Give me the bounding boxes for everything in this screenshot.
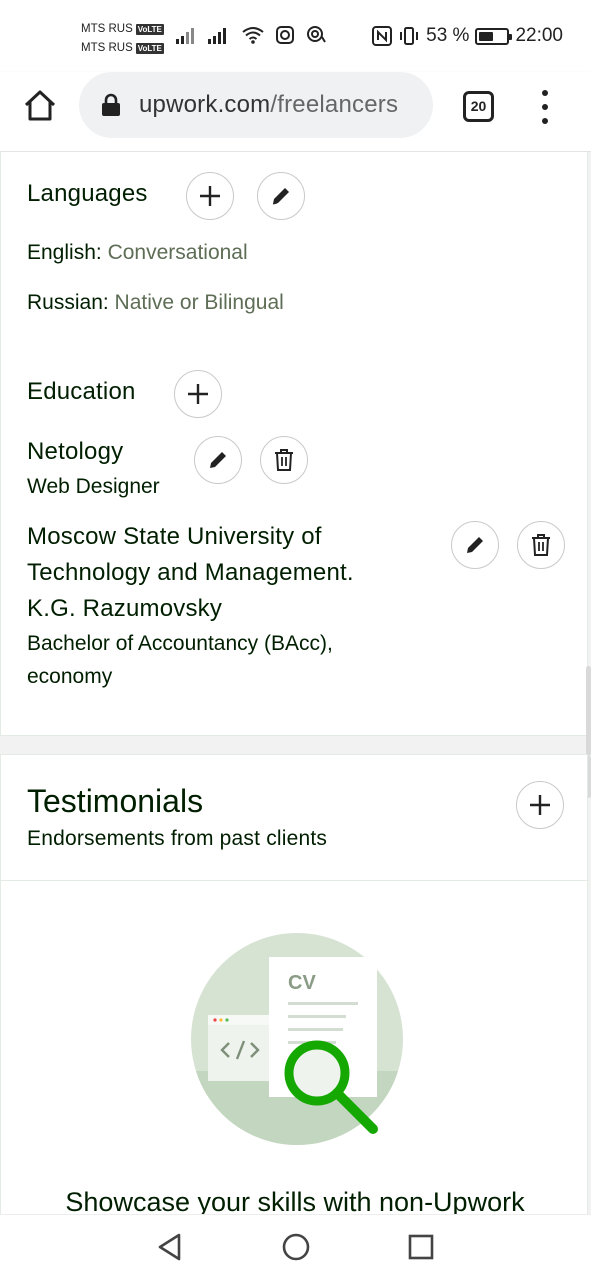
pencil-icon [467, 537, 483, 553]
language-level: Conversational [107, 241, 248, 264]
language-level: Native or Bilingual [114, 291, 284, 314]
language-item: English: Conversational [27, 241, 248, 265]
education-school: Moscow State University of Technology an… [27, 519, 354, 627]
back-triangle-icon [158, 1233, 181, 1261]
testimonials-subheading: Endorsements from past clients [27, 827, 328, 850]
cv-search-illustration: CV [191, 933, 403, 1145]
home-circle-icon [282, 1233, 310, 1261]
carrier-info: MTS RUS VoLTE MTS RUS VoLTE [81, 20, 164, 58]
add-language-button[interactable] [186, 172, 234, 220]
status-icons [176, 26, 326, 44]
home-icon [24, 90, 56, 121]
pencil-icon [210, 452, 226, 468]
battery-icon [475, 27, 513, 45]
cv-label: CV [288, 972, 316, 994]
system-nav-bar [0, 1214, 591, 1280]
status-bar: MTS RUS VoLTE MTS RUS VoLTE 53 % 22:00 [0, 0, 591, 72]
instagram-icon [276, 26, 294, 44]
testimonials-heading: Testimonials [27, 783, 204, 819]
signal-icon [176, 28, 194, 44]
add-testimonial-button[interactable] [516, 781, 564, 829]
vibrate-icon [400, 27, 419, 45]
delete-education-button[interactable] [517, 521, 565, 569]
battery-level [479, 31, 494, 41]
education-heading: Education [27, 378, 136, 405]
language-name: English: [27, 241, 102, 264]
home-nav-button[interactable] [282, 1233, 310, 1266]
tab-switcher-button[interactable]: 20 [463, 91, 494, 122]
url-host: upwork.com [139, 91, 271, 118]
volte-badge: VoLTE [135, 24, 164, 35]
delete-education-button[interactable] [260, 436, 308, 484]
recent-apps-button[interactable] [408, 1234, 434, 1265]
volte-badge: VoLTE [135, 43, 164, 54]
nfc-icon [372, 26, 393, 46]
education-degree: Web Designer [27, 475, 160, 498]
battery-percent: 53 % [426, 25, 470, 46]
pencil-icon [272, 188, 289, 205]
profile-card: Languages English: Conversational Russia… [0, 152, 588, 736]
school-line: K.G. Razumovsky [27, 595, 223, 622]
back-button[interactable] [157, 1233, 183, 1266]
divider [1, 880, 589, 881]
education-school: Netology [27, 438, 124, 465]
page-content: Languages English: Conversational Russia… [0, 152, 591, 1214]
testimonials-card: Testimonials Endorsements from past clie… [0, 754, 589, 1214]
scrollbar-thumb[interactable] [586, 666, 591, 756]
lock-icon [102, 93, 120, 116]
edit-education-button[interactable] [194, 436, 242, 484]
plus-icon [530, 795, 550, 815]
clock: 22:00 [515, 25, 563, 46]
degree-line: economy [27, 665, 113, 688]
showcase-cta-text: Showcase your skills with non-Upwork [65, 1187, 525, 1214]
school-line: Technology and Management. [27, 559, 354, 586]
plus-icon [200, 186, 220, 206]
url-path: /freelancers [270, 91, 399, 118]
signal-icon [208, 28, 226, 44]
trash-icon [532, 534, 550, 556]
language-item: Russian: Native or Bilingual [27, 291, 284, 315]
carrier-name-1: MTS RUS [81, 23, 133, 35]
url-text: upwork.com/freelancers [139, 91, 398, 119]
plus-icon [188, 384, 208, 404]
trash-icon [275, 449, 293, 471]
carrier-name-2: MTS RUS [81, 42, 133, 54]
wifi-icon [242, 27, 264, 44]
school-line: Moscow State University of [27, 523, 322, 550]
status-right: 53 % 22:00 [372, 25, 563, 47]
edit-education-button[interactable] [451, 521, 499, 569]
education-degree: Bachelor of Accountancy (BAcc), economy [27, 627, 333, 693]
browser-toolbar: upwork.com/freelancers 20 [0, 72, 591, 152]
home-button[interactable] [22, 88, 58, 124]
chat-icon [307, 26, 326, 43]
overflow-menu-button[interactable] [538, 90, 552, 124]
recent-square-icon [408, 1234, 434, 1260]
languages-heading: Languages [27, 180, 148, 207]
edit-languages-button[interactable] [257, 172, 305, 220]
language-name: Russian: [27, 291, 109, 314]
address-bar[interactable]: upwork.com/freelancers [79, 72, 433, 138]
degree-line: Bachelor of Accountancy (BAcc), [27, 632, 333, 655]
add-education-button[interactable] [174, 370, 222, 418]
